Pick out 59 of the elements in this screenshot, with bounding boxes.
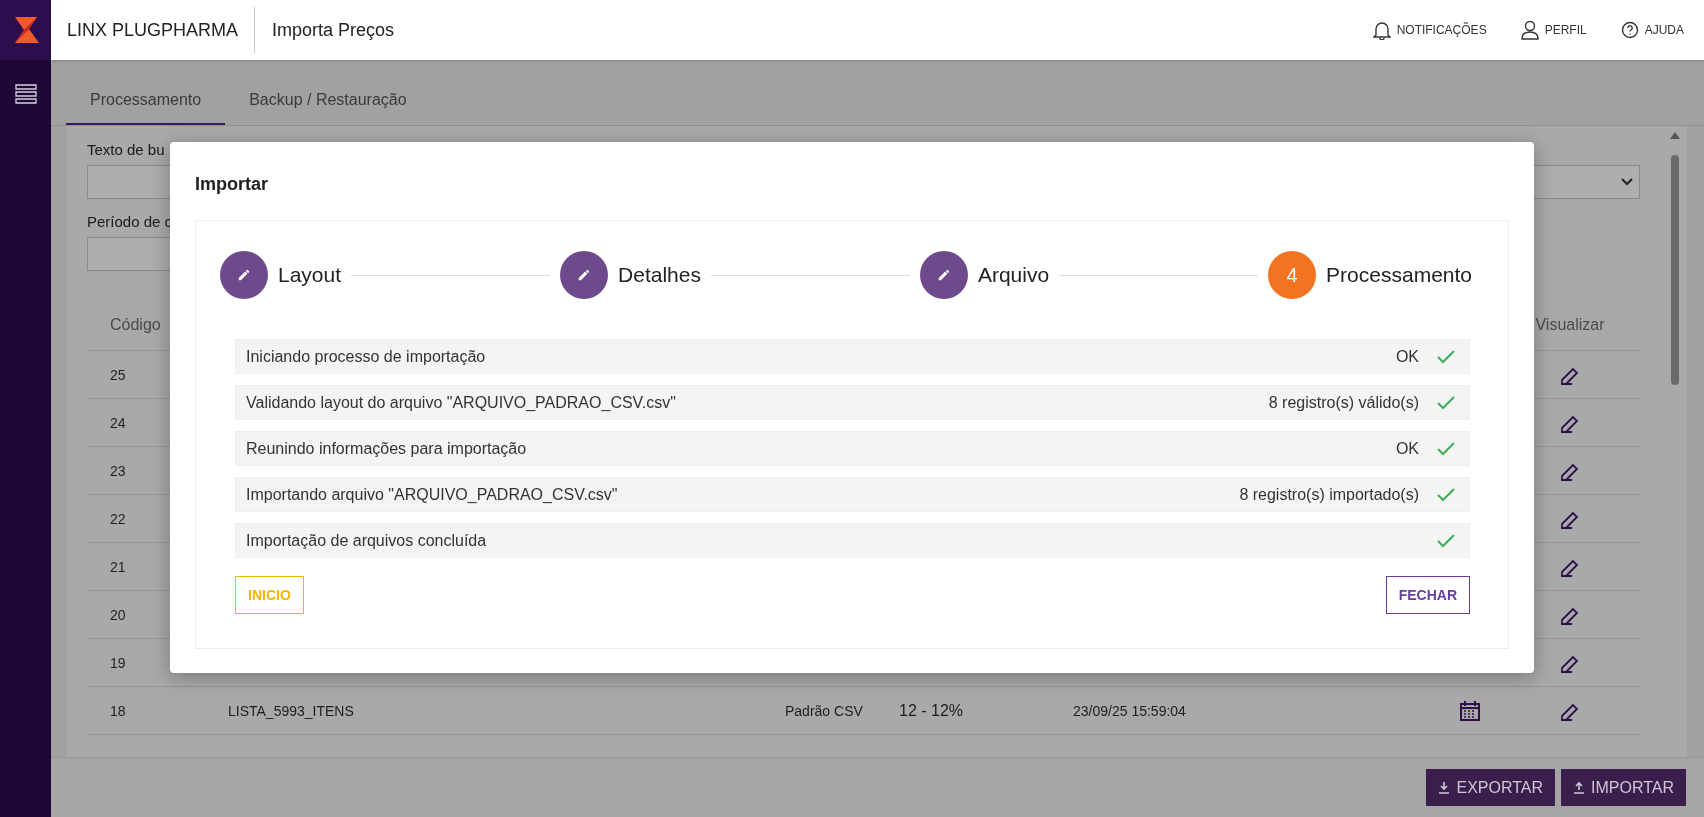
log-message: Importando arquivo "ARQUIVO_PADRAO_CSV.csv" bbox=[246, 485, 619, 504]
table-cell-text: 19 bbox=[109, 654, 127, 671]
top-nav-link[interactable]: NOTIFICAÇÕES bbox=[1372, 20, 1487, 40]
dialog-button[interactable]: FECHAR bbox=[1385, 576, 1470, 614]
step-label: Detalhes bbox=[618, 263, 701, 287]
check-icon bbox=[1437, 533, 1455, 548]
top-nav-label: AJUDA bbox=[1644, 23, 1684, 37]
scroll-up-icon bbox=[1670, 132, 1680, 139]
log-result: 8 registro(s) importado(s) bbox=[1239, 485, 1419, 504]
log-result: 8 registro(s) válido(s) bbox=[1268, 393, 1419, 412]
check-icon bbox=[1437, 487, 1455, 502]
check-icon bbox=[1437, 349, 1455, 364]
table-cell-text: 22 bbox=[109, 510, 127, 527]
log-result: OK bbox=[1395, 439, 1419, 458]
footer-button[interactable]: EXPORTAR bbox=[1426, 769, 1556, 806]
log-result: OK bbox=[1395, 347, 1419, 366]
table-cell-text: 24 bbox=[109, 414, 127, 431]
table-cell-text: LISTA_5993_ITENS bbox=[228, 702, 355, 719]
table-cell-text: 25 bbox=[109, 366, 127, 383]
menu-icon bbox=[14, 84, 37, 104]
field-label: Texto de bu bbox=[87, 141, 166, 160]
table-cell-text: 23/09/25 15:59:04 bbox=[1073, 702, 1187, 719]
top-nav-label: NOTIFICAÇÕES bbox=[1396, 23, 1487, 37]
log-message: Reunindo informações para importação bbox=[246, 439, 528, 458]
table-cell-text: 18 bbox=[109, 702, 127, 719]
pencil-icon bbox=[577, 268, 592, 282]
table-cell-text: 12 - 12% bbox=[899, 701, 965, 720]
column-header: Visualizar bbox=[1535, 315, 1605, 334]
download-icon bbox=[1438, 781, 1451, 794]
table-cell-text: 21 bbox=[109, 558, 127, 575]
log-message: Validando layout do arquivo "ARQUIVO_PADRAO_CSV.csv" bbox=[246, 393, 677, 412]
step-label: Arquivo bbox=[977, 263, 1050, 287]
tab[interactable]: Backup / Restauração bbox=[225, 91, 431, 125]
calendar-icon[interactable] bbox=[1459, 699, 1481, 722]
step-label: Processamento bbox=[1326, 263, 1472, 287]
scrollbar-thumb[interactable] bbox=[1671, 155, 1679, 385]
footer-button[interactable]: IMPORTAR bbox=[1561, 769, 1686, 806]
table-cell-text: 23 bbox=[109, 462, 127, 479]
help-icon bbox=[1620, 21, 1639, 39]
table-cell-text: Padrão CSV bbox=[785, 702, 864, 719]
check-icon bbox=[1437, 395, 1455, 410]
bell-icon bbox=[1372, 20, 1391, 40]
step-circle: 4 bbox=[1268, 251, 1317, 299]
pencil-icon bbox=[237, 268, 251, 282]
dialog-title: Importar bbox=[195, 174, 269, 195]
page-title: Importa Preços bbox=[272, 19, 396, 41]
upload-icon bbox=[1573, 781, 1586, 794]
log-message: Importação de arquivos concluída bbox=[246, 531, 488, 550]
brand-name: LINX PLUGPHARMA bbox=[67, 7, 256, 53]
check-icon bbox=[1437, 441, 1455, 456]
top-nav-link[interactable]: PERFIL bbox=[1520, 20, 1587, 40]
step-label: Layout bbox=[278, 263, 342, 287]
log-message: Iniciando processo de importação bbox=[246, 347, 487, 366]
top-nav-label: PERFIL bbox=[1544, 23, 1587, 37]
pencil-icon bbox=[936, 268, 951, 282]
user-icon bbox=[1520, 20, 1539, 40]
chevron-icon bbox=[1621, 178, 1633, 186]
top-nav-link[interactable]: AJUDA bbox=[1620, 21, 1684, 39]
table-cell-text: 20 bbox=[109, 606, 127, 623]
